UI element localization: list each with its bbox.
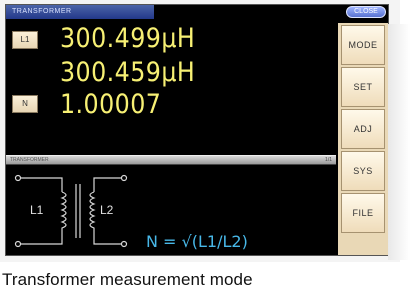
terminal-icon: [120, 174, 128, 182]
status-page-text: 1/1: [325, 157, 332, 163]
secondary-coil-icon: [89, 191, 96, 230]
instrument-device: TRANSFORMER CLOSE L1 N 300.499μH 300.459…: [0, 0, 400, 262]
status-mode-text: TRANSFORMER: [10, 157, 49, 163]
l2-reading: 300.459μH: [60, 57, 196, 88]
caption-text: Transformer measurement mode: [2, 270, 253, 289]
mode-button[interactable]: MODE: [341, 25, 385, 65]
primary-coil-icon: [60, 191, 67, 230]
l1-reading: 300.499μH: [60, 23, 196, 54]
side-menu: MODE SET ADJ SYS FILE: [338, 23, 388, 255]
sys-button[interactable]: SYS: [341, 151, 385, 191]
terminal-icon: [14, 240, 22, 248]
set-button[interactable]: SET: [341, 67, 385, 107]
adj-button[interactable]: ADJ: [341, 109, 385, 149]
transformer-diagram: L1 L2 N = √(L1/L2): [6, 166, 336, 255]
coil1-label: L1: [30, 203, 44, 217]
lcd-screen: TRANSFORMER CLOSE L1 N 300.499μH 300.459…: [5, 4, 389, 256]
terminal-icon: [14, 174, 22, 182]
coil2-label: L2: [100, 203, 114, 217]
l1-param-button[interactable]: L1: [12, 31, 38, 49]
status-bar: TRANSFORMER 1/1: [6, 155, 336, 165]
device-edge: [388, 24, 410, 260]
terminal-icon: [120, 240, 128, 248]
window-title: TRANSFORMER: [6, 5, 154, 19]
file-button[interactable]: FILE: [341, 193, 385, 233]
close-button[interactable]: CLOSE: [346, 6, 386, 18]
n-param-button[interactable]: N: [12, 95, 38, 113]
turns-ratio-reading: 1.00007: [60, 89, 162, 120]
turns-ratio-formula: N = √(L1/L2): [146, 232, 248, 251]
